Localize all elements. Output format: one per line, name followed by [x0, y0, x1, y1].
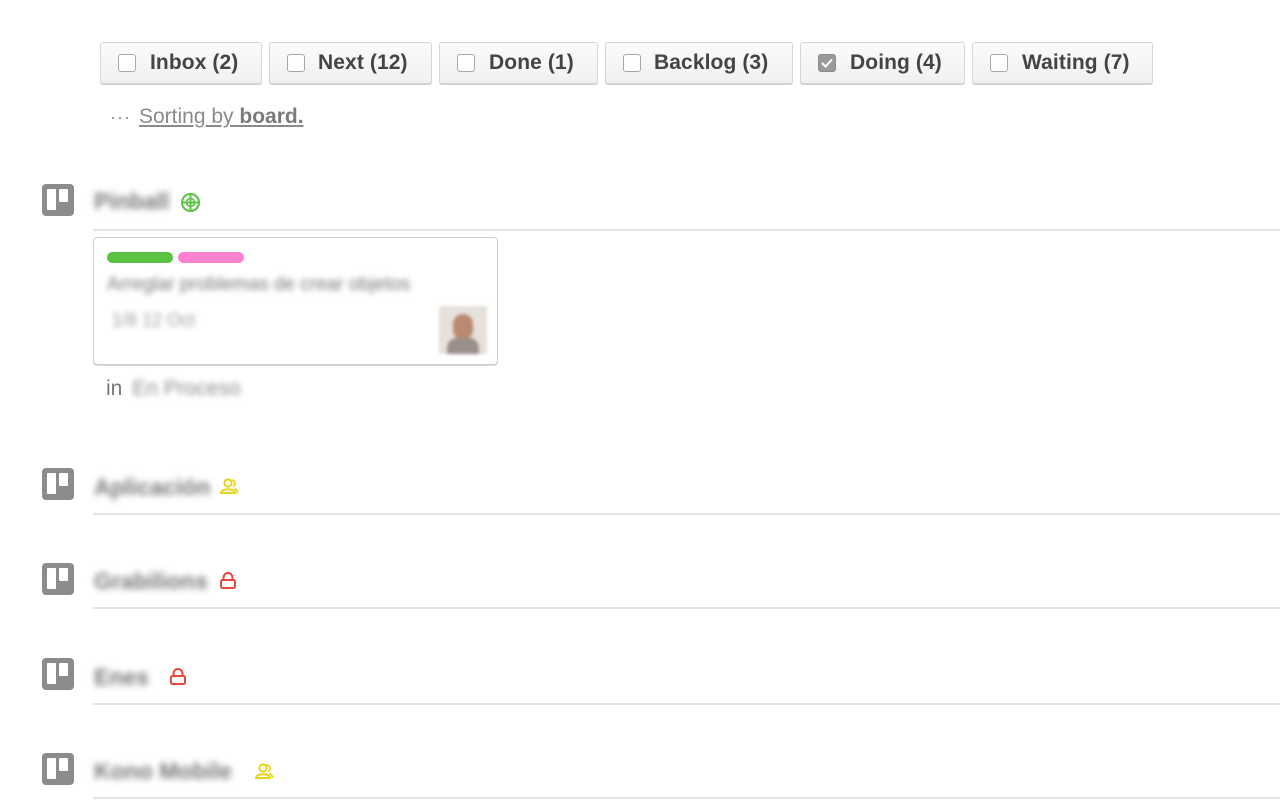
- board-divider: [93, 607, 1280, 609]
- card-badges: 1/8 12 Oct: [112, 310, 196, 330]
- checkbox[interactable]: [118, 54, 136, 72]
- list-name[interactable]: En Proceso: [132, 377, 241, 401]
- checkmark-icon: [821, 58, 833, 68]
- more-dots-icon[interactable]: ···: [110, 107, 131, 127]
- filter-chip-backlog[interactable]: Backlog (3): [605, 42, 793, 84]
- team-icon: [254, 763, 274, 779]
- board-divider: [93, 797, 1280, 799]
- board-icon: [42, 753, 74, 785]
- board-title[interactable]: Pinball: [94, 188, 169, 215]
- globe-icon: [181, 193, 200, 212]
- filter-chip-label: Doing (4): [850, 51, 942, 74]
- checkbox[interactable]: [457, 54, 475, 72]
- sorting-value: board.: [239, 105, 304, 128]
- board-icon: [42, 658, 74, 690]
- filter-chip-inbox[interactable]: Inbox (2): [100, 42, 262, 84]
- checkbox[interactable]: [990, 54, 1008, 72]
- filter-chip-label: Backlog (3): [654, 51, 769, 74]
- in-label: in: [106, 377, 123, 400]
- member-avatar[interactable]: [439, 306, 487, 354]
- board-divider: [93, 513, 1280, 515]
- checkbox-checked[interactable]: [818, 54, 836, 72]
- sorting-link[interactable]: Sorting by board.: [139, 105, 304, 128]
- filter-chip-label: Inbox (2): [150, 51, 239, 74]
- lock-icon: [170, 668, 186, 685]
- board-divider: [93, 229, 1280, 231]
- board-icon: [42, 563, 74, 595]
- board-divider: [93, 703, 1280, 705]
- filter-chip-waiting[interactable]: Waiting (7): [972, 42, 1153, 84]
- filter-chip-doing[interactable]: Doing (4): [800, 42, 965, 84]
- card-label-green: [107, 252, 173, 263]
- sorting-prefix: Sorting by: [138, 105, 240, 128]
- board-title[interactable]: Enes: [94, 664, 149, 691]
- board-icon: [42, 184, 74, 216]
- card-list-info: in En Proceso: [106, 377, 241, 401]
- sorting-line: ··· Sorting by board.: [110, 105, 304, 129]
- lock-icon: [220, 572, 236, 589]
- filter-chip-next[interactable]: Next (12): [269, 42, 432, 84]
- board-title[interactable]: Aplicación: [94, 474, 210, 501]
- card-title: Arreglar problemas de crear objetos: [107, 274, 411, 295]
- checkbox[interactable]: [287, 54, 305, 72]
- team-icon: [219, 478, 239, 494]
- filter-chip-label: Done (1): [489, 51, 574, 74]
- board-icon: [42, 468, 74, 500]
- board-title[interactable]: Kono Mobile: [94, 758, 232, 785]
- checkbox[interactable]: [623, 54, 641, 72]
- card[interactable]: Arreglar problemas de crear objetos 1/8 …: [93, 237, 498, 365]
- filter-chip-label: Next (12): [318, 51, 408, 74]
- board-title[interactable]: Grabilions: [94, 568, 208, 595]
- filter-chip-label: Waiting (7): [1022, 51, 1130, 74]
- filter-chip-done[interactable]: Done (1): [439, 42, 598, 84]
- card-label-pink: [178, 252, 244, 263]
